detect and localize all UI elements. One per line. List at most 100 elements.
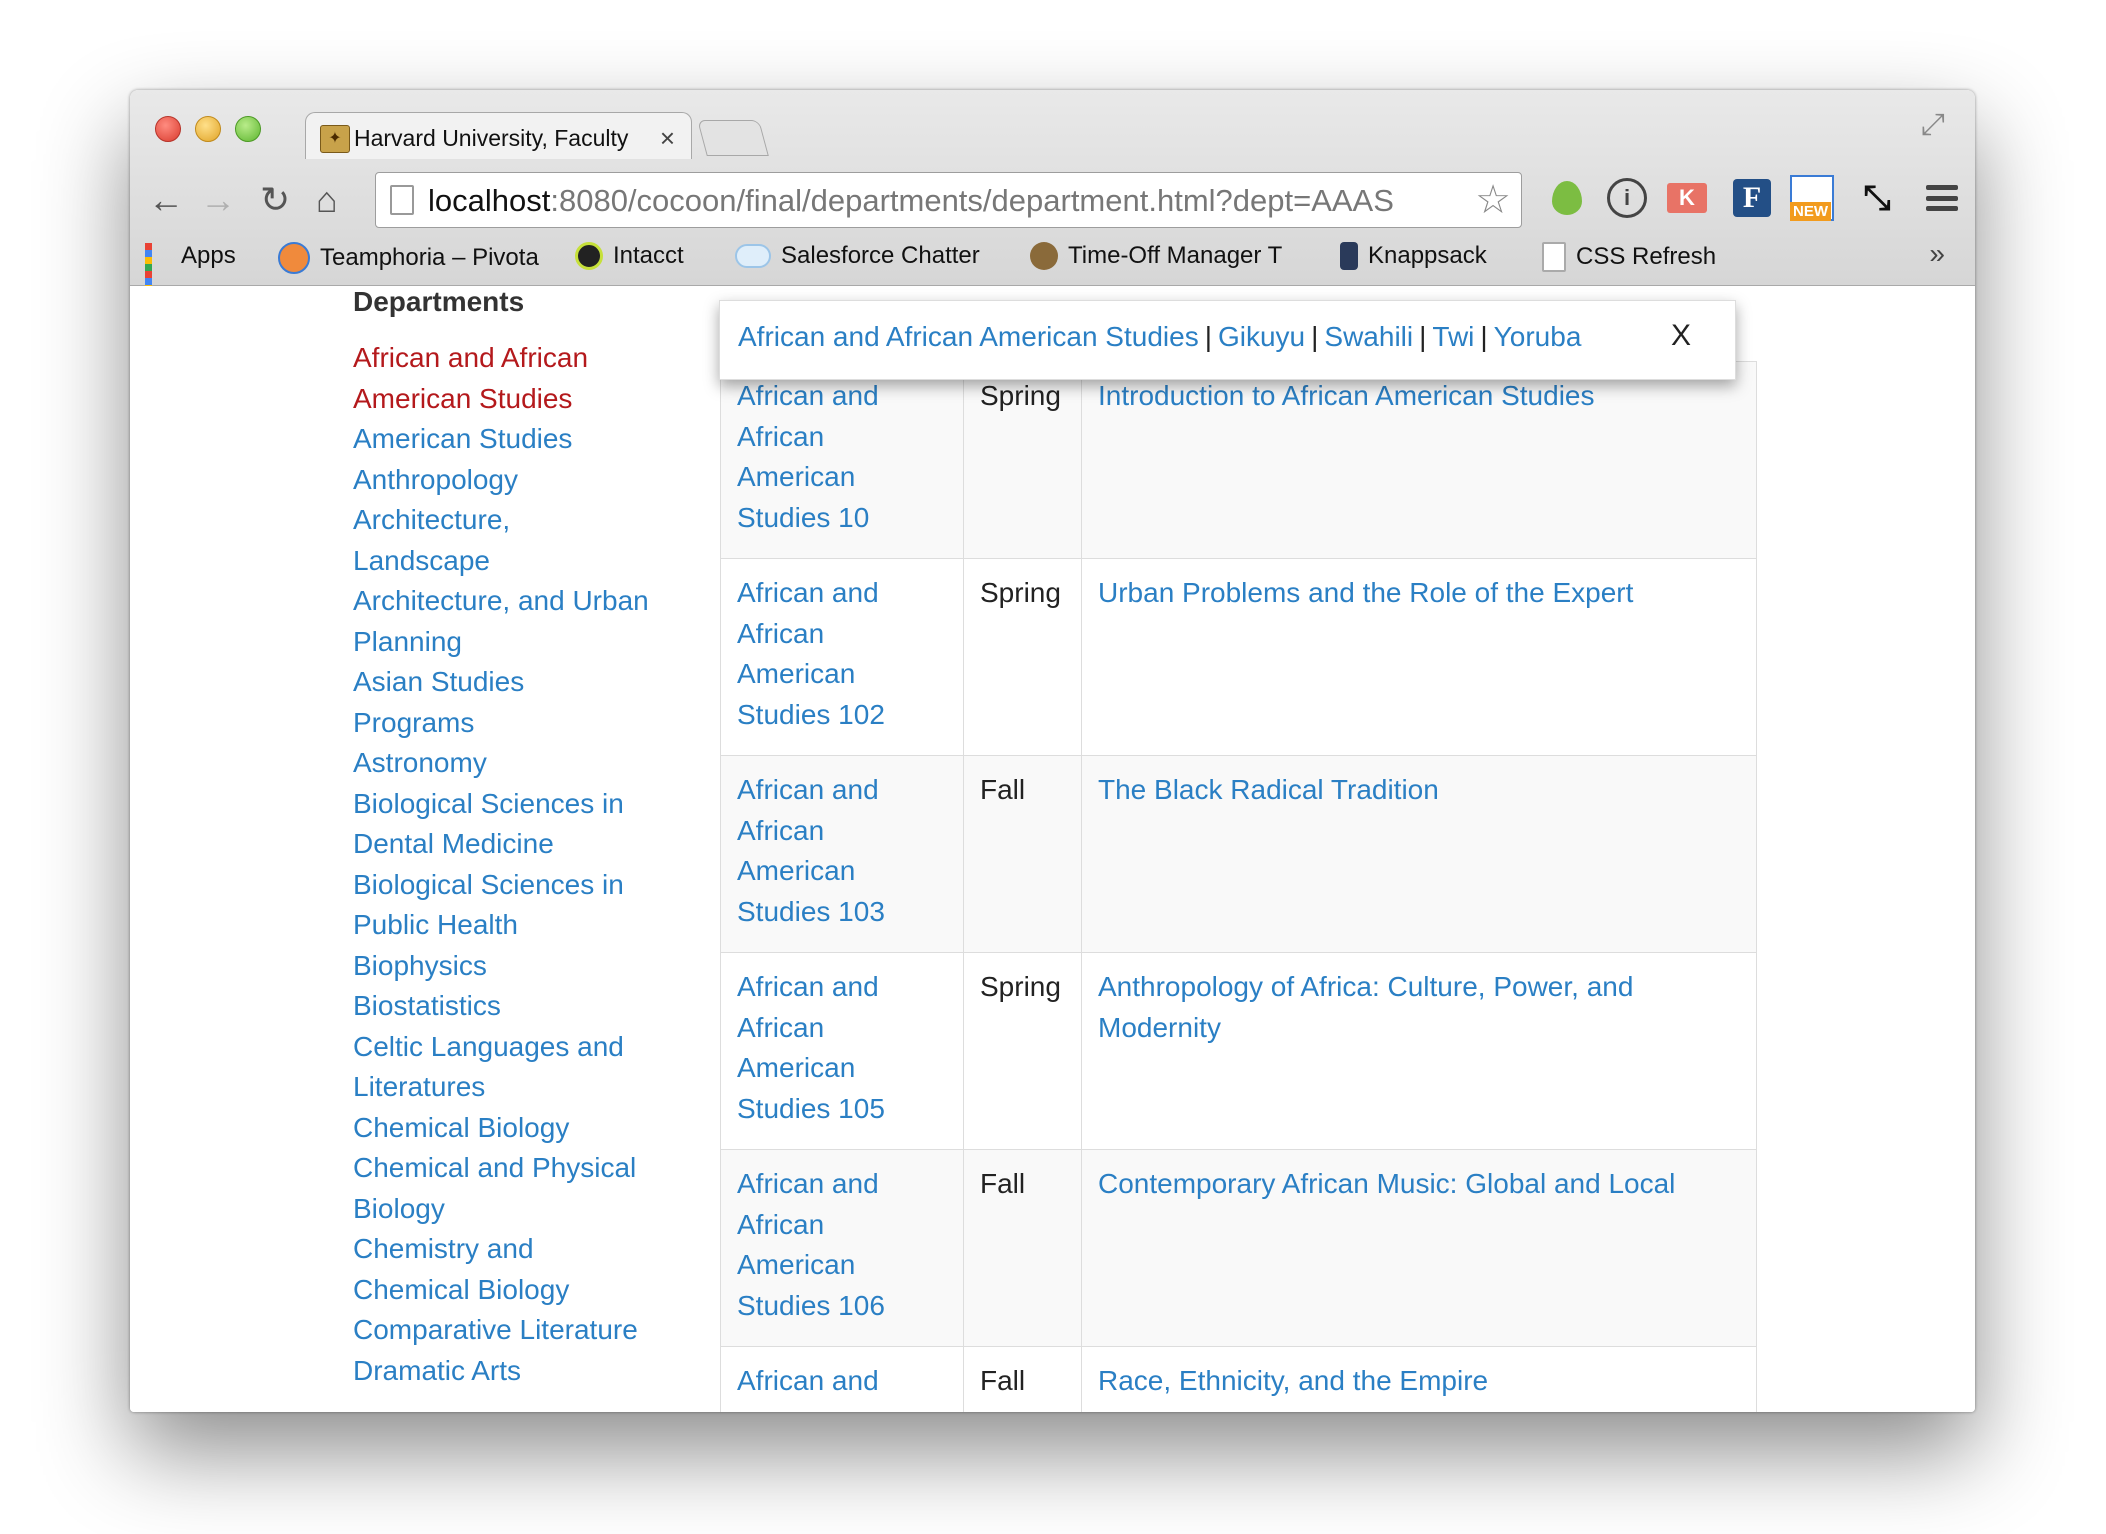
bookmarks-bar: Apps Teamphoria – Pivota Intacct Salesfo…	[145, 238, 1955, 306]
f-extension-icon[interactable]: F	[1730, 176, 1774, 220]
course-title-link[interactable]: Anthropology of Africa: Culture, Power, …	[1081, 952, 1756, 1150]
course-number-link[interactable]: African and African American Studies 106	[721, 1149, 964, 1347]
new-tab-button[interactable]	[697, 120, 769, 156]
term-text: Fall	[963, 1346, 1082, 1412]
klout-icon[interactable]: K	[1665, 176, 1709, 220]
department-link[interactable]: Architecture, Landscape	[353, 500, 653, 581]
time-off-icon	[1030, 242, 1058, 270]
close-window-button[interactable]	[155, 116, 181, 142]
collapse-arrows-icon[interactable]: ⤡	[1855, 176, 1899, 220]
department-link[interactable]: Celtic Languages and Literatures	[353, 1027, 653, 1108]
table-row: African and African American Studies 103…	[721, 755, 1756, 953]
cloud-icon	[735, 244, 771, 268]
popup-close-button[interactable]: X	[1671, 319, 1691, 353]
link-separator: |	[1419, 321, 1427, 352]
browser-window: ✦ Harvard University, Faculty × ⤢ ← → ↻ …	[130, 90, 1975, 1412]
department-link[interactable]: Chemical and Physical Biology	[353, 1148, 653, 1229]
department-link[interactable]: Anthropology	[353, 460, 653, 501]
apps-grid-icon	[145, 243, 171, 306]
term-text: Spring	[963, 558, 1082, 756]
browser-tab[interactable]: ✦ Harvard University, Faculty ×	[305, 112, 692, 159]
table-row: African and African American Studies 102…	[721, 558, 1756, 756]
bookmark-intacct[interactable]: Intacct	[575, 242, 684, 270]
minimize-window-button[interactable]	[195, 116, 221, 142]
course-title-link[interactable]: Urban Problems and the Role of the Exper…	[1081, 558, 1756, 756]
courses-table: African and African American Studies 10 S…	[720, 361, 1757, 1412]
bookmark-css-refresh[interactable]: CSS Refresh	[1542, 242, 1716, 272]
department-link[interactable]: Chemistry and Chemical Biology	[353, 1229, 653, 1310]
new-extension-icon[interactable]: NEW	[1790, 175, 1834, 221]
department-link[interactable]: Architecture, and Urban Planning	[353, 581, 653, 662]
term-text: Fall	[963, 755, 1082, 953]
bookmark-star-icon[interactable]: ☆	[1475, 177, 1511, 223]
table-row: African and Fall Race, Ethnicity, and the …	[721, 1346, 1756, 1412]
department-link[interactable]: Comparative Literature	[353, 1310, 653, 1351]
course-title-link[interactable]: Introduction to African American Studies	[1081, 361, 1756, 559]
department-link[interactable]: Biological Sciences in Dental Medicine	[353, 784, 653, 865]
bookmark-apps[interactable]: Apps	[145, 242, 236, 306]
bookmark-time-off-manager[interactable]: Time-Off Manager T	[1030, 242, 1282, 270]
term-text: Fall	[963, 1149, 1082, 1347]
link-separator: |	[1480, 321, 1488, 352]
course-title-link[interactable]: Contemporary African Music: Global and L…	[1081, 1149, 1756, 1347]
back-arrow-icon[interactable]: ←	[148, 180, 184, 220]
course-number-link[interactable]: African and African American Studies 102	[721, 558, 964, 756]
sidebar-title: Departments	[353, 286, 525, 317]
home-icon[interactable]: ⌂	[316, 180, 338, 220]
bookmark-teamphoria[interactable]: Teamphoria – Pivota	[278, 242, 539, 274]
language-popup: African and African American Studies | Gik…	[719, 300, 1736, 380]
intacct-icon	[575, 242, 603, 270]
browser-chrome: ✦ Harvard University, Faculty × ⤢ ← → ↻ …	[130, 90, 1975, 306]
department-link[interactable]: Dramatic Arts	[353, 1351, 653, 1392]
harvard-favicon-icon: ✦	[320, 125, 350, 153]
url-text[interactable]: localhost:8080/cocoon/final/departments/…	[428, 183, 1394, 219]
department-link[interactable]: Biostatistics	[353, 986, 653, 1027]
tab-close-icon[interactable]: ×	[660, 123, 675, 154]
department-link[interactable]: Asian Studies Programs	[353, 662, 653, 743]
bookmark-knappsack[interactable]: Knappsack	[1340, 242, 1487, 270]
language-link[interactable]: Twi	[1432, 321, 1474, 352]
link-separator: |	[1204, 321, 1212, 352]
fullscreen-icon[interactable]: ⤢	[1921, 108, 1945, 142]
term-text: Spring	[963, 952, 1082, 1150]
language-link[interactable]: African and African American Studies	[738, 321, 1199, 352]
document-icon	[1542, 242, 1566, 272]
knappsack-icon	[1340, 242, 1358, 270]
course-number-link[interactable]: African and African American Studies 105	[721, 952, 964, 1150]
department-link[interactable]: Biological Sciences in Public Health	[353, 865, 653, 946]
department-link[interactable]: Chemical Biology	[353, 1108, 653, 1149]
department-list: African and African American Studies Amer…	[353, 338, 653, 1391]
tab-title: Harvard University, Faculty	[354, 125, 629, 151]
bookmarks-overflow-icon[interactable]: »	[1929, 238, 1945, 270]
forward-arrow-icon[interactable]: →	[200, 180, 236, 220]
course-number-link[interactable]: African and	[721, 1346, 964, 1412]
onepassword-icon[interactable]: i	[1605, 176, 1649, 220]
department-link[interactable]: Biophysics	[353, 946, 653, 987]
page-icon	[390, 185, 414, 215]
evernote-icon[interactable]	[1545, 176, 1589, 220]
link-separator: |	[1311, 321, 1319, 352]
course-title-link[interactable]: The Black Radical Tradition	[1081, 755, 1756, 953]
reload-icon[interactable]: ↻	[260, 180, 290, 220]
table-row: African and African American Studies 105…	[721, 952, 1756, 1150]
address-bar[interactable]: localhost:8080/cocoon/final/departments/…	[375, 172, 1522, 228]
menu-icon[interactable]	[1920, 176, 1964, 220]
term-text: Spring	[963, 361, 1082, 559]
language-link[interactable]: Gikuyu	[1218, 321, 1305, 352]
language-link[interactable]: Swahili	[1324, 321, 1413, 352]
table-row: African and African American Studies 106…	[721, 1149, 1756, 1347]
popup-links: African and African American Studies | Gik…	[738, 321, 1581, 353]
bookmark-salesforce-chatter[interactable]: Salesforce Chatter	[735, 242, 980, 270]
table-row: African and African American Studies 10 S…	[721, 361, 1756, 559]
departments-sidebar: Departments African and African American…	[353, 286, 653, 1391]
zoom-window-button[interactable]	[235, 116, 261, 142]
department-link[interactable]: Astronomy	[353, 743, 653, 784]
department-link[interactable]: African and African American Studies	[353, 338, 653, 419]
department-link[interactable]: American Studies	[353, 419, 653, 460]
course-number-link[interactable]: African and African American Studies 10	[721, 361, 964, 559]
course-title-link[interactable]: Race, Ethnicity, and the Empire	[1081, 1346, 1756, 1412]
language-link[interactable]: Yoruba	[1494, 321, 1582, 352]
teamphoria-icon	[278, 242, 310, 274]
page-content: Departments African and African American…	[130, 286, 1975, 1412]
course-number-link[interactable]: African and African American Studies 103	[721, 755, 964, 953]
